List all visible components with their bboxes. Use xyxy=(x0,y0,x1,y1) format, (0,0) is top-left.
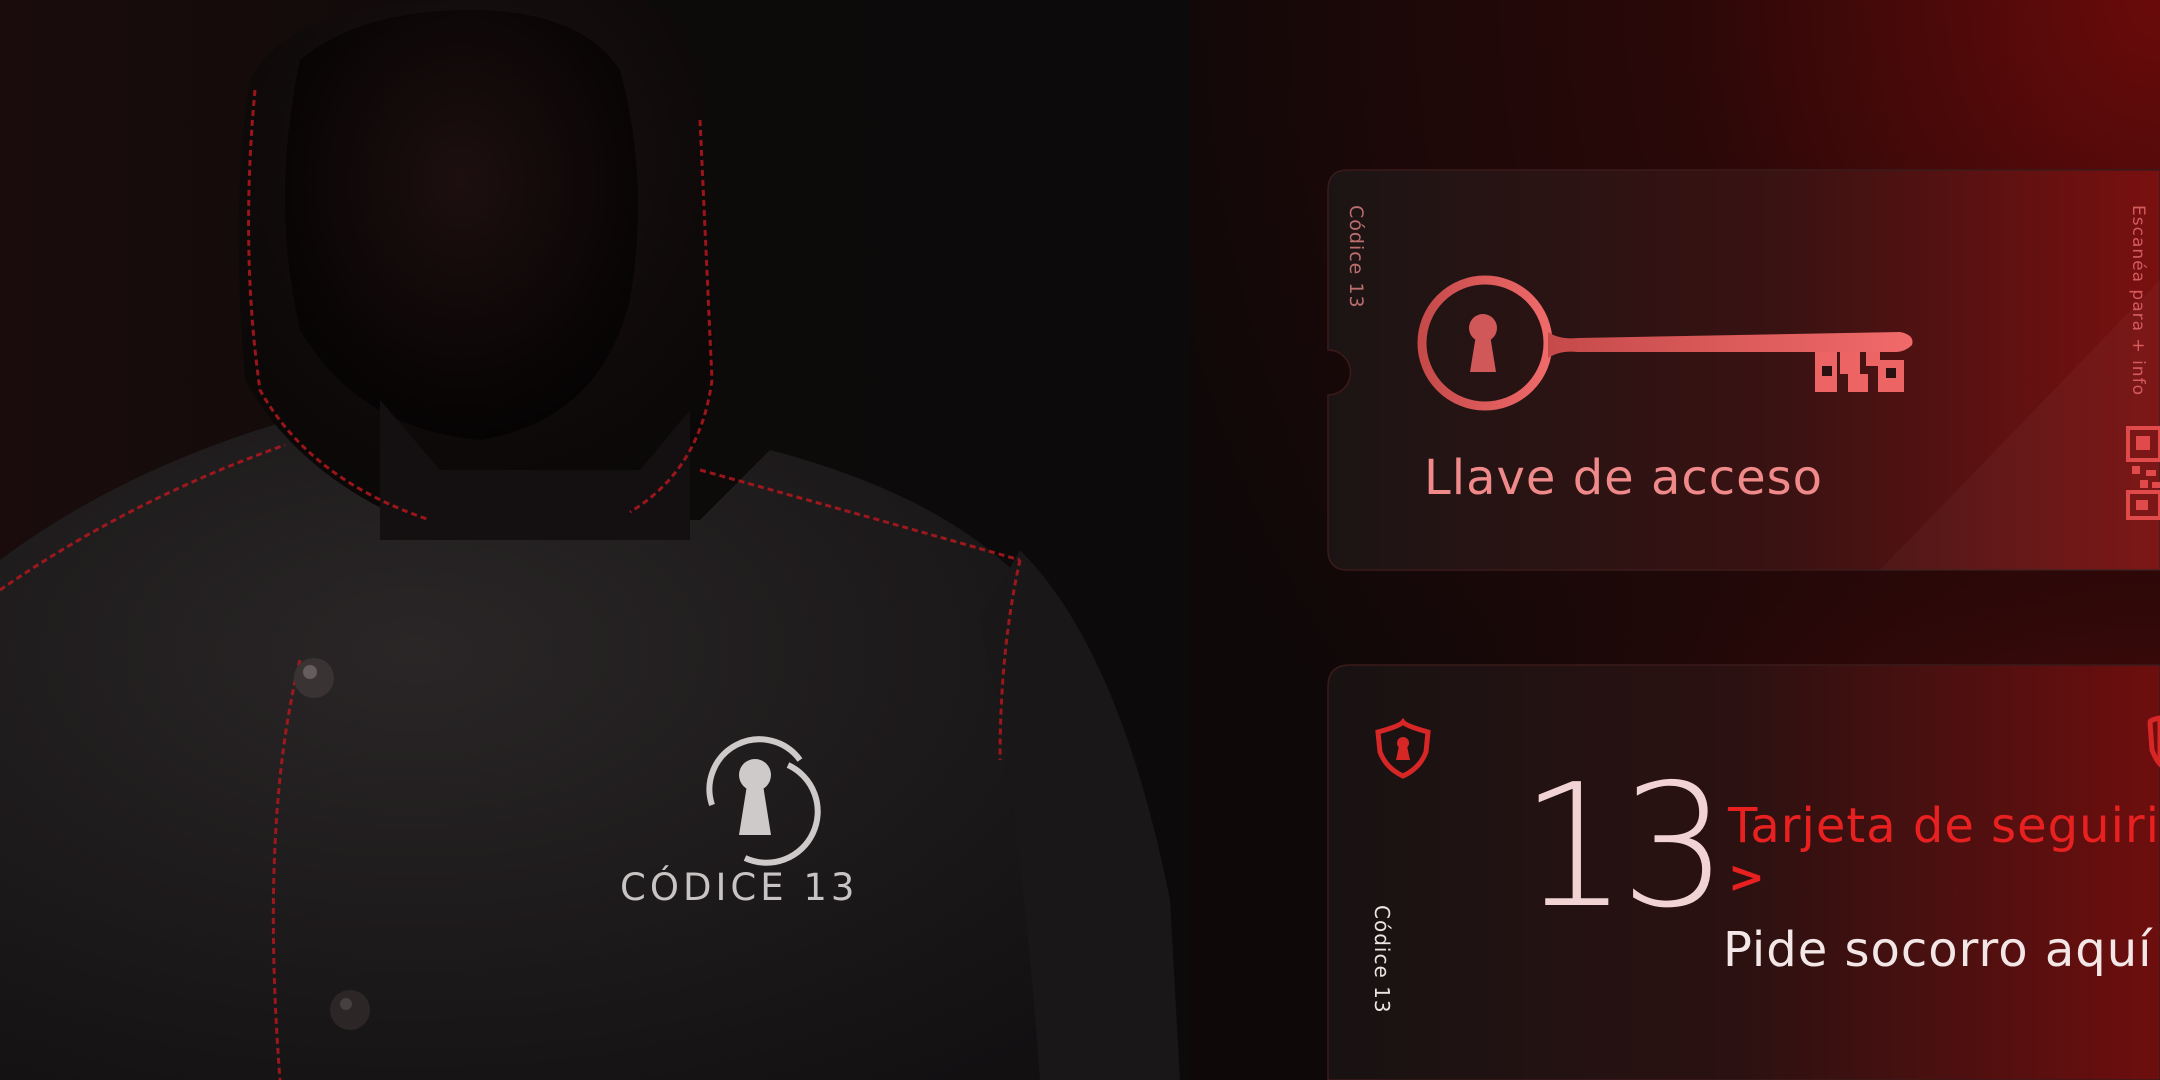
security-card-number: 13 xyxy=(1520,748,1728,946)
access-card-title: Llave de acceso xyxy=(1424,450,1824,506)
security-card-brand: Códice 13 xyxy=(1370,905,1394,1014)
access-card-brand: Códice 13 xyxy=(1345,205,1367,309)
scene-illustration xyxy=(0,0,2160,1080)
security-card-title: Tarjeta de seguiri xyxy=(1728,798,2160,854)
chevron-right-icon: > xyxy=(1728,852,1765,903)
security-card-subtitle: Pide socorro aquí xyxy=(1723,922,2153,978)
access-key-card xyxy=(1327,169,2160,571)
access-card-scan-note: Escanéa para + info xyxy=(2128,205,2148,396)
jacket-logo-text: CÓDICE 13 xyxy=(620,866,859,909)
